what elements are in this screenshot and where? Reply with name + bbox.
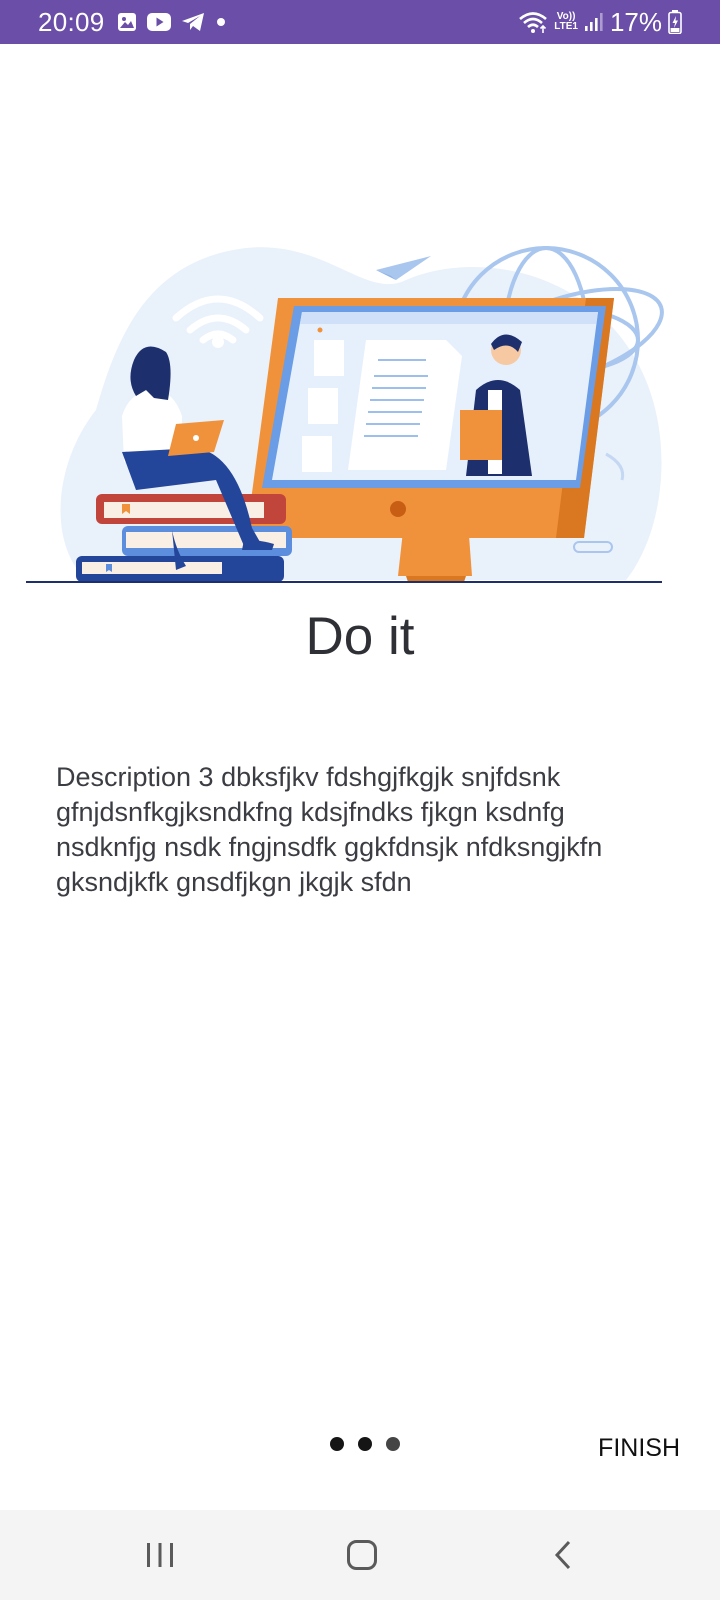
page-dot-3[interactable] — [386, 1437, 400, 1451]
online-learning-illustration — [26, 240, 672, 586]
illustration-svg — [26, 246, 664, 583]
status-bar: 20:09 Vo)) LTE1 17% — [0, 0, 720, 44]
status-system-icons: Vo)) LTE1 17% — [518, 7, 682, 38]
recents-icon — [147, 1543, 173, 1567]
telegram-icon — [181, 12, 205, 32]
wifi-icon — [518, 10, 548, 34]
page-dot-2[interactable] — [358, 1437, 372, 1451]
page-dot-1[interactable] — [330, 1437, 344, 1451]
finish-button[interactable]: FINISH — [580, 1430, 680, 1466]
gallery-icon — [117, 12, 137, 32]
notification-dot-icon — [215, 16, 227, 28]
signal-icon — [584, 12, 604, 32]
recents-button[interactable] — [130, 1530, 190, 1580]
page-title: Do it — [305, 607, 415, 666]
volte-icon: Vo)) LTE1 — [554, 12, 578, 32]
back-icon — [554, 1540, 571, 1570]
battery-icon — [668, 10, 682, 34]
youtube-icon — [146, 13, 171, 31]
lte-label: LTE1 — [554, 21, 578, 32]
navigation-bar — [0, 1510, 720, 1600]
status-notification-icons — [117, 12, 227, 32]
home-icon — [347, 1540, 377, 1570]
page-indicator — [330, 1437, 400, 1451]
status-time: 20:09 — [38, 6, 105, 37]
page-description: Description 3 dbksfjkv fdshgjfkgjk snjfd… — [56, 762, 603, 897]
home-button[interactable] — [332, 1530, 392, 1580]
battery-percent: 17% — [609, 6, 662, 37]
back-button[interactable] — [534, 1530, 594, 1580]
